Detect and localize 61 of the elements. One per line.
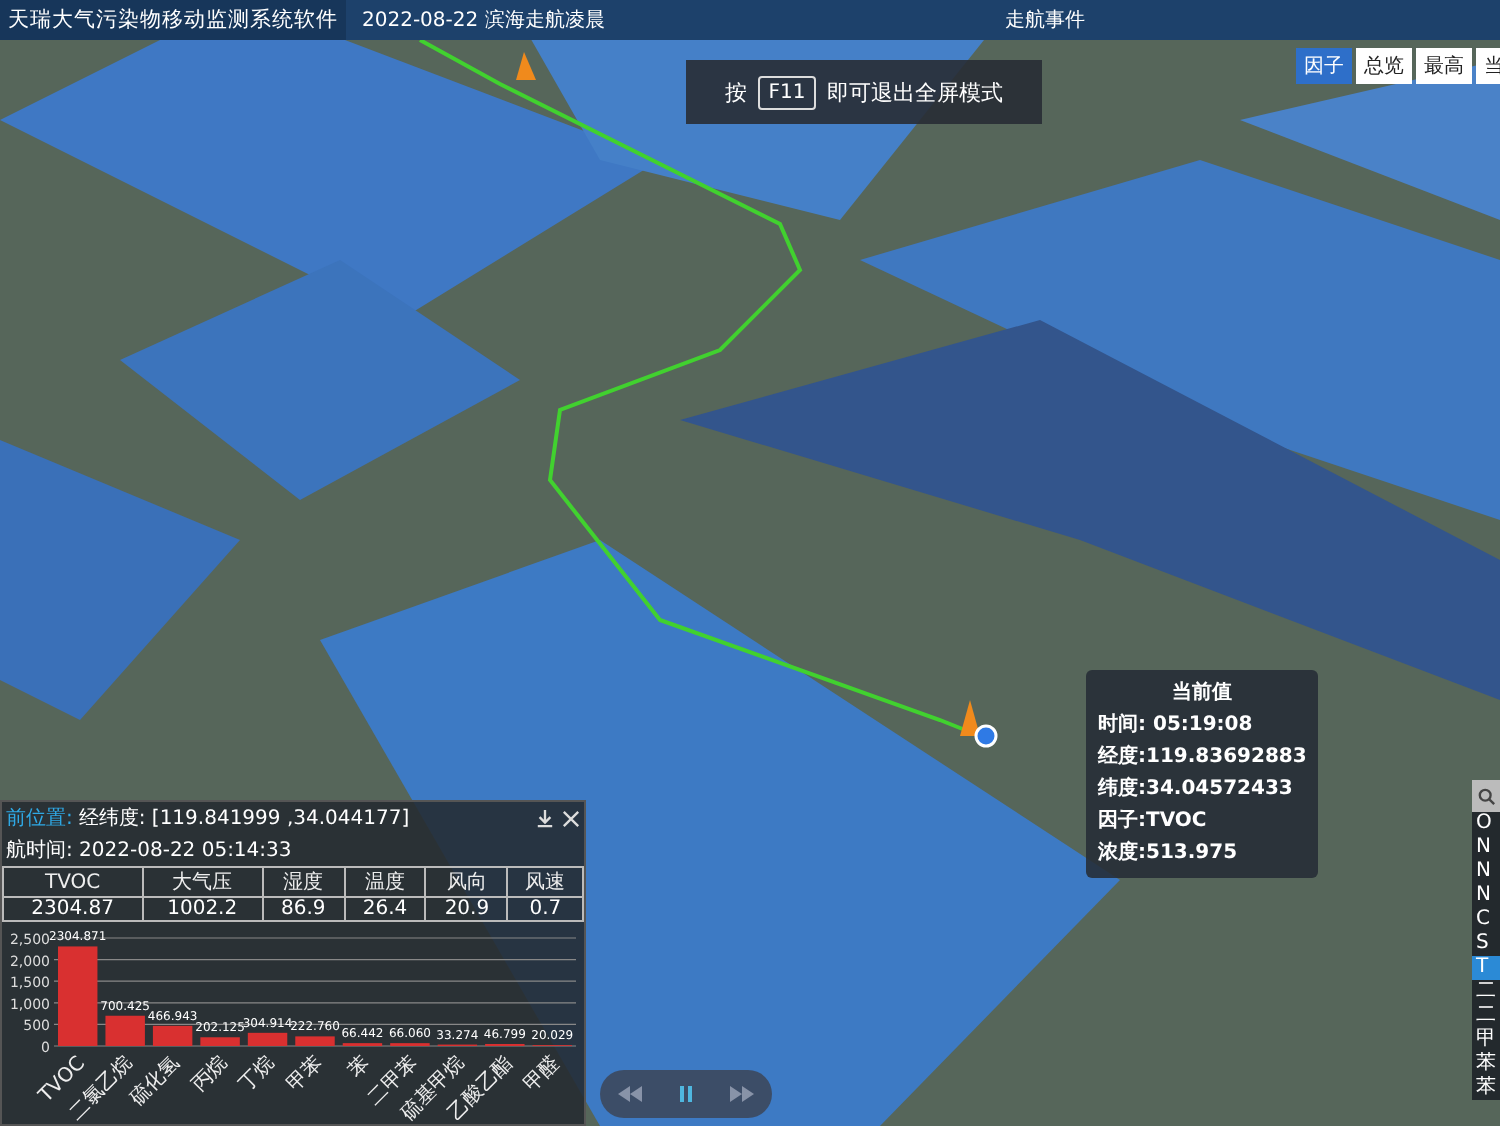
bar [58,946,98,1046]
list-item[interactable]: N [1472,836,1500,860]
table-header-cell: 风向 [425,867,508,897]
category-label: 甲醛 [520,1052,565,1097]
search-icon[interactable] [1477,787,1495,805]
popup-line: 浓度:513.975 [1098,838,1240,866]
table-cell: 26.4 [344,897,426,921]
popup-line: 纬度:34.04572433 [1098,774,1295,802]
popup-title: 当前值 [1170,679,1235,706]
list-item[interactable]: N [1472,884,1500,908]
table-cell: 20.9 [425,897,508,921]
close-icon[interactable] [562,809,580,827]
table-cell: 0.7 [507,897,583,921]
list-item[interactable]: 二 [1472,980,1500,1004]
list-item[interactable]: C [1472,908,1500,932]
table-cell: 86.9 [262,897,345,921]
pollution-peak-marker [516,52,536,80]
table-header-cell: 湿度 [262,867,345,897]
time-line: 航时间: 2022-08-22 05:14:33 [6,837,292,864]
popup-line: 因子:TVOC [1098,807,1209,834]
list-item[interactable]: T [1472,956,1500,980]
list-item[interactable]: 苯 [1472,1052,1500,1076]
list-item[interactable]: O [1472,812,1500,836]
table-header-cell: 温度 [344,867,426,897]
app-title: 天瑞大气污染物移动监测系统软件 [0,0,346,40]
category-label: 甲苯 [283,1052,328,1097]
bar [152,1025,193,1046]
category-label: 丁烷 [235,1052,280,1097]
download-icon[interactable] [536,809,554,827]
key-cap: F11 [758,75,816,109]
list-item[interactable]: S [1472,932,1500,956]
hint-message: 即可退出全屏模式 [827,77,1004,107]
vehicle-location-marker [960,700,998,748]
category-label: 丙烷 [188,1052,233,1097]
table-header-cell: 大气压 [142,867,263,897]
view-tab[interactable]: 总览 [1356,48,1412,84]
bar [295,1036,335,1046]
list-item[interactable]: 二 [1472,1004,1500,1028]
date-site-label: 2022-08-22 滨海走航凌晨 [362,7,605,34]
position-value: 经纬度: [119.841999 ,34.044177] [78,805,410,832]
hint-prefix: 按 [724,77,747,107]
rewind-icon[interactable] [617,1086,642,1102]
category-label: 苯 [345,1052,375,1083]
list-item[interactable]: 苯 [1472,1076,1500,1100]
view-tab[interactable]: 最高 [1416,48,1472,84]
popup-line: 经度:119.83692883 [1098,742,1307,770]
table-cell: 1002.2 [142,897,263,921]
event-label: 走航事件 [1004,7,1085,34]
bar [105,1015,145,1046]
bar [247,1032,288,1046]
popup-line: 时间: 05:19:08 [1098,711,1255,738]
table-header-cell: TVOC [3,867,143,897]
table-cell: 2304.87 [3,897,143,921]
list-item[interactable]: 甲 [1472,1028,1500,1052]
list-item[interactable]: N [1472,860,1500,884]
bar [200,1037,240,1046]
fast-forward-icon[interactable] [730,1086,755,1102]
view-tab[interactable]: 因子 [1296,48,1352,84]
position-label: 前位置: [6,805,73,832]
table-header-cell: 风速 [507,867,583,897]
pause-icon[interactable] [675,1084,696,1104]
